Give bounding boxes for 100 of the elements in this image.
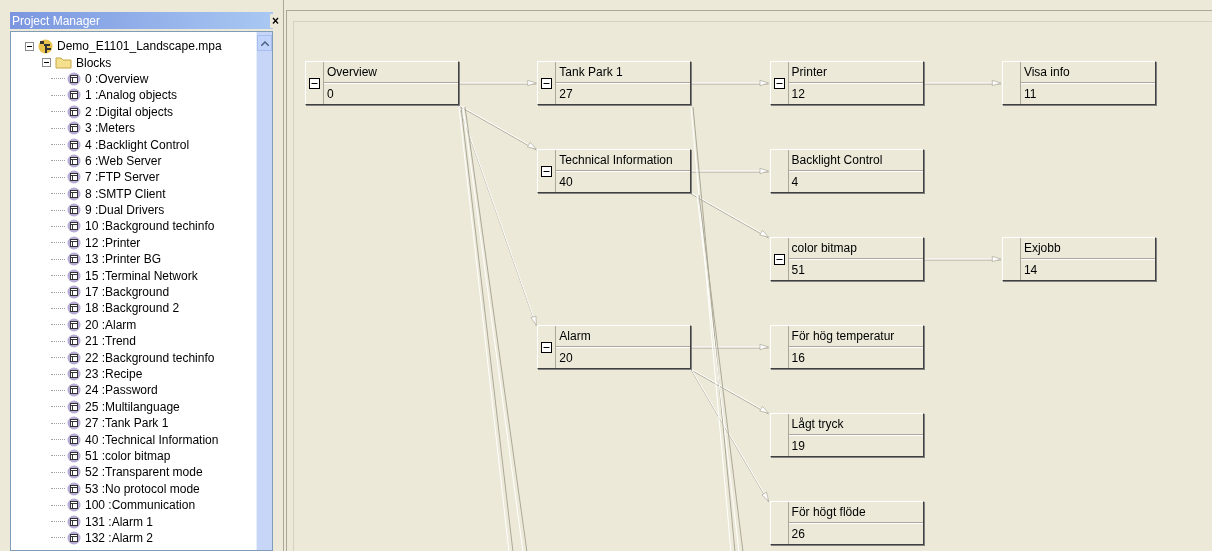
project-name[interactable]: Demo_E1101_Landscape.mpa [57,39,222,54]
block-title: Overview [324,62,458,83]
block-icon [67,268,81,283]
block-item[interactable]: 3 :Meters [85,121,135,136]
block-node[interactable]: Exjobb 14 [1001,237,1156,281]
block-number: 4 [788,171,923,193]
block-node[interactable]: Alarm 20 [537,325,692,369]
block-item[interactable]: 22 :Background techinfo [85,350,215,365]
folder-label[interactable]: Blocks [76,55,112,70]
block-icon [67,219,81,234]
block-item[interactable]: 2 :Digital objects [85,104,174,119]
block-node[interactable]: Visa info 11 [1001,61,1156,105]
collapse-icon[interactable] [541,165,553,177]
block-icon [67,448,81,463]
block-item[interactable]: 131 :Alarm 1 [85,514,154,529]
block-node[interactable]: Tank Park 1 27 [537,61,692,105]
block-title: Technical Information [556,150,691,171]
block-icon [67,186,81,201]
block-title: Printer [788,62,923,83]
block-item[interactable]: 10 :Background techinfo [85,219,215,234]
collapse-icon[interactable] [773,253,785,265]
block-item[interactable]: 12 :Printer [85,235,141,250]
block-item[interactable]: 20 :Alarm [85,317,137,332]
block-item[interactable]: 6 :Web Server [85,153,162,168]
block-node[interactable]: color bitmap 51 [769,237,924,281]
block-item[interactable]: 17 :Background [85,285,170,300]
block-title: Alarm [556,326,691,347]
block-item[interactable]: 51 :color bitmap [85,448,171,463]
block-node[interactable]: Lågt tryck 19 [769,413,924,457]
block-icon [67,71,81,86]
block-item[interactable]: 53 :No protocol mode [85,481,200,496]
block-icon [67,432,81,447]
block-item[interactable]: 13 :Printer BG [85,252,162,267]
block-icon [67,334,81,349]
block-icon [67,530,81,545]
block-icon [67,498,81,513]
block-node[interactable]: För hög temperatur 16 [769,325,924,369]
block-number: 11 [1020,83,1155,105]
block-item[interactable]: 40 :Technical Information [85,432,219,447]
folder-icon [55,56,72,70]
block-icon [67,350,81,365]
block-item[interactable]: 132 :Alarm 2 [85,530,154,545]
block-icon [67,514,81,529]
block-title: Lågt tryck [788,414,923,435]
block-item[interactable]: 4 :Backlight Control [85,137,190,152]
block-item[interactable]: 100 :Communication [85,498,196,513]
block-item[interactable]: 7 :FTP Server [85,170,160,185]
block-title: För högt flöde [788,502,923,523]
collapse-icon[interactable] [541,77,553,89]
block-number: 27 [556,83,691,105]
block-item[interactable]: 9 :Dual Drivers [85,203,165,218]
block-item[interactable]: 24 :Password [85,383,158,398]
block-node[interactable]: Technical Information 40 [537,149,692,193]
block-item[interactable]: 25 :Multilanguage [85,399,180,414]
collapse-icon[interactable] [773,77,785,89]
block-number: 14 [1020,259,1155,281]
collapse-icon[interactable] [541,341,553,353]
block-item[interactable]: 21 :Trend [85,334,136,349]
block-number: 26 [788,523,923,545]
collapse-icon[interactable] [42,58,51,68]
block-item[interactable]: 27 :Tank Park 1 [85,416,169,431]
block-title: För hög temperatur [788,326,923,347]
block-title: color bitmap [788,238,923,259]
caret-up-icon [260,40,269,46]
block-icon [67,481,81,496]
block-item[interactable]: 18 :Background 2 [85,301,180,316]
block-icon [67,235,81,250]
block-node[interactable]: För högt flöde 26 [769,501,924,545]
block-icon [67,137,81,152]
close-button[interactable]: × [270,13,281,28]
block-icon [67,317,81,332]
scrollbar[interactable] [256,32,272,550]
block-item[interactable]: 1 :Analog objects [85,88,178,103]
collapse-icon[interactable] [25,41,34,51]
block-title: Exjobb [1020,238,1155,259]
block-item[interactable]: 52 :Transparent mode [85,465,203,480]
project-icon [38,38,53,54]
block-node[interactable]: Backlight Control 4 [769,149,924,193]
block-icon [67,121,81,136]
collapse-icon[interactable] [309,77,320,89]
block-item[interactable]: 15 :Terminal Network [85,268,198,283]
block-icon [67,104,81,119]
block-icon [67,399,81,414]
scroll-up-button[interactable] [257,35,272,51]
block-icon [67,153,81,168]
block-icon [67,367,81,381]
block-title: Tank Park 1 [556,62,691,83]
block-item[interactable]: 0 :Overview [85,71,149,86]
block-number: 12 [788,83,923,105]
block-number: 19 [788,435,923,457]
block-number: 0 [324,83,458,105]
block-title: Visa info [1020,62,1155,83]
block-node[interactable]: Printer 12 [769,61,924,105]
block-icon [67,301,81,316]
block-number: 40 [556,171,691,193]
block-item[interactable]: 8 :SMTP Client [85,186,166,201]
block-node[interactable]: Overview 0 [305,61,459,105]
block-number: 20 [556,347,691,369]
panel-title: Project Manager [11,12,101,30]
block-item[interactable]: 23 :Recipe [85,367,143,381]
